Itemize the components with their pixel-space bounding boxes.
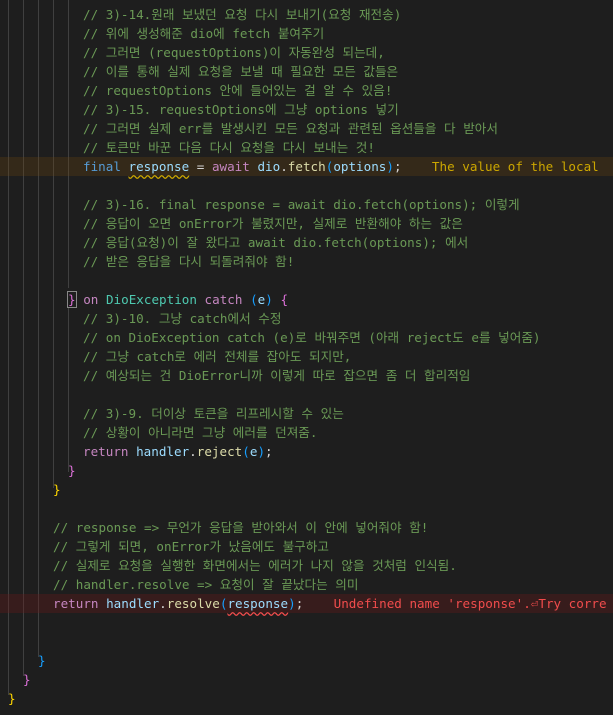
code-comment: // 응답이 오면 onError가 불렸지만, 실제로 반환해야 하는 값은 [83, 216, 463, 231]
code-line: // response => 무언가 응답을 받아와서 이 안에 넣어줘야 함! [0, 518, 613, 537]
method-resolve: resolve [166, 596, 220, 611]
closing-brace: } [67, 291, 77, 308]
code-line: // 3)-15. requestOptions에 그냥 options 넣기 [0, 100, 613, 119]
code-comment: // 3)-10. 그냥 catch에서 수정 [83, 311, 282, 326]
code-comment: // 토큰만 바꾼 다음 다시 요청을 다시 보내는 것! [83, 140, 375, 155]
code-line-fetch: final response = await dio.fetch(options… [0, 157, 613, 176]
closing-brace: } [23, 672, 31, 687]
method-reject: reject [196, 444, 243, 459]
code-comment: // 3)-14.원래 보냈던 요청 다시 보내기(요청 재전송) [83, 7, 402, 22]
code-comment: // 상황이 아니라면 그냥 에러를 던져줌. [83, 425, 318, 440]
code-comment: // 3)-15. requestOptions에 그냥 options 넣기 [83, 102, 399, 117]
code-line: } [0, 461, 613, 480]
code-line: // 3)-14.원래 보냈던 요청 다시 보내기(요청 재전송) [0, 5, 613, 24]
closing-brace: } [38, 653, 46, 668]
code-comment: // 그러면 실제 err를 발생시킨 모든 요청과 관련된 옵션들을 다 받아… [83, 121, 498, 136]
keyword-final: final [83, 159, 121, 174]
keyword-catch: catch [204, 292, 243, 307]
code-comment: // handler.resolve => 요청이 잘 끝났다는 의미 [53, 577, 359, 592]
keyword-on: on [83, 292, 99, 307]
code-line: // 응답이 오면 onError가 불렸지만, 실제로 반환해야 하는 값은 [0, 214, 613, 233]
code-comment: // 응답(요청)이 잘 왔다고 await dio.fetch(options… [83, 235, 469, 250]
code-line: // 그냥 catch로 에러 전체를 잡아도 되지만, [0, 347, 613, 366]
code-line: // 그러면 실제 err를 발생시킨 모든 요청과 관련된 옵션들을 다 받아… [0, 119, 613, 138]
code-line: } [0, 480, 613, 499]
code-line: // 위에 생성해준 dio에 fetch 붙여주기 [0, 24, 613, 43]
code-comment: // 그냥 catch로 에러 전체를 잡아도 되지만, [83, 349, 352, 364]
code-line: // 응답(요청)이 잘 왔다고 await dio.fetch(options… [0, 233, 613, 252]
code-comment: // 3)-9. 더이상 토큰을 리프레시할 수 있는 [83, 406, 344, 421]
code-line: // 상황이 아니라면 그냥 에러를 던져줌. [0, 423, 613, 442]
inline-warning-message[interactable]: The value of the local [432, 159, 599, 174]
code-comment: // on DioException catch (e)로 바꿔주면 (아래 r… [83, 330, 541, 345]
code-line: // 그러면 (requestOptions)이 자동완성 되는데, [0, 43, 613, 62]
code-comment: // 예상되는 건 DioError니까 이렇게 따로 잡으면 좀 더 합리적임 [83, 368, 471, 383]
variable-response[interactable]: response [129, 159, 190, 174]
code-comment: // requestOptions 안에 들어있는 걸 알 수 있음! [83, 83, 393, 98]
operator-assign: = [189, 159, 212, 174]
argument-response-undefined[interactable]: response [227, 596, 288, 611]
keyword-await: await [211, 159, 250, 174]
code-line: // 토큰만 바꾼 다음 다시 요청을 다시 보내는 것! [0, 138, 613, 157]
code-comment: // 이를 통해 실제 요청을 보낼 때 필요한 모든 값들은 [83, 64, 399, 79]
opening-brace: { [280, 292, 289, 307]
code-line: // 3)-10. 그냥 catch에서 수정 [0, 309, 613, 328]
closing-brace: } [53, 482, 61, 497]
code-line-resolve: return handler.resolve(response); Undefi… [0, 594, 613, 613]
code-line: // requestOptions 안에 들어있는 걸 알 수 있음! [0, 81, 613, 100]
code-line: // 실제로 요청을 실행한 화면에서는 에러가 나지 않을 것처럼 인식됨. [0, 556, 613, 575]
code-editor[interactable]: // 3)-14.원래 보냈던 요청 다시 보내기(요청 재전송) // 위에 … [0, 0, 613, 715]
code-comment: // 위에 생성해준 dio에 fetch 붙여주기 [83, 26, 325, 41]
code-line-reject: return handler.reject(e); [83, 444, 273, 459]
code-comment: // 받은 응답을 다시 되돌려줘야 함! [83, 254, 295, 269]
code-comment: // 그러면 (requestOptions)이 자동완성 되는데, [83, 45, 385, 60]
closing-brace: } [68, 463, 76, 478]
argument-options: options [333, 159, 387, 174]
code-line: // 이를 통해 실제 요청을 보낼 때 필요한 모든 값들은 [0, 62, 613, 81]
object-dio: dio [257, 159, 281, 174]
code-line: } [0, 689, 613, 708]
code-comment: // response => 무언가 응답을 받아와서 이 안에 넣어줘야 함! [53, 520, 429, 535]
code-line: // 3)-9. 더이상 토큰을 리프레시할 수 있는 [0, 404, 613, 423]
code-line: // 예상되는 건 DioError니까 이렇게 따로 잡으면 좀 더 합리적임 [0, 366, 613, 385]
inline-error-message[interactable]: Undefined name 'response'.⏎Try corre [334, 596, 607, 611]
object-handler: handler [136, 444, 190, 459]
code-line: // 3)-16. final response = await dio.fet… [0, 195, 613, 214]
keyword-return: return [53, 596, 99, 611]
code-comment: // 실제로 요청을 실행한 화면에서는 에러가 나지 않을 것처럼 인식됨. [53, 558, 457, 573]
code-line: // 받은 응답을 다시 되돌려줘야 함! [0, 252, 613, 271]
keyword-return: return [83, 444, 129, 459]
code-line: // handler.resolve => 요청이 잘 끝났다는 의미 [0, 575, 613, 594]
code-comment: // 3)-16. final response = await dio.fet… [83, 197, 520, 212]
closing-brace: } [8, 691, 16, 706]
code-line: // on DioException catch (e)로 바꿔주면 (아래 r… [0, 328, 613, 347]
code-line: // 그렇게 되면, onError가 났음에도 불구하고 [0, 537, 613, 556]
code-line-catch: } on DioException catch (e) { [67, 291, 289, 308]
code-line: } [0, 670, 613, 689]
method-fetch: fetch [287, 159, 326, 174]
code-line: } [0, 651, 613, 670]
type-dioexception: DioException [105, 292, 197, 307]
object-handler: handler [106, 596, 160, 611]
code-comment: // 그렇게 되면, onError가 났음에도 불구하고 [53, 539, 329, 554]
